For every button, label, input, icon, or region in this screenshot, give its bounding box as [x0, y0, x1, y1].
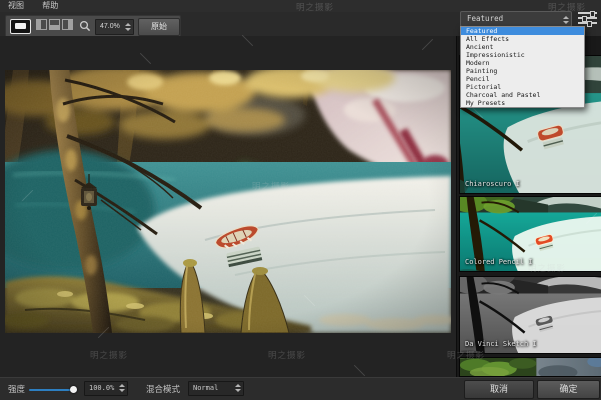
- ok-button[interactable]: 确定: [537, 380, 600, 399]
- dropdown-option-featured[interactable]: Featured: [461, 27, 584, 35]
- single-view-icon[interactable]: [10, 19, 31, 34]
- zoom-level-field[interactable]: 47.0%: [95, 19, 134, 35]
- strength-value: 100.0%: [85, 384, 114, 392]
- dropdown-option-charcoal-and-pastel[interactable]: Charcoal and Pastel: [461, 91, 584, 99]
- strength-stepper[interactable]: [119, 383, 125, 393]
- blend-mode-select[interactable]: Normal: [188, 381, 244, 396]
- split-right-icon[interactable]: [62, 19, 73, 30]
- category-selected-value: Featured: [461, 14, 503, 23]
- preset-partial[interactable]: [459, 357, 601, 377]
- magnifier-icon[interactable]: [79, 20, 91, 32]
- preset-label: Chiaroscuro I: [465, 180, 520, 188]
- category-dropdown-list: Featured All Effects Ancient Impressioni…: [460, 26, 585, 108]
- dropdown-option-pictorial[interactable]: Pictorial: [461, 83, 584, 91]
- strength-value-field[interactable]: 100.0%: [84, 381, 128, 396]
- slider-knob[interactable]: [70, 386, 77, 393]
- topaz-impression-window: 视图 帮助 47.0% 原始 Featured: [0, 0, 601, 400]
- zoom-stepper[interactable]: [125, 22, 131, 32]
- preset-da-vinci-sketch[interactable]: Da Vinci Sketch I: [459, 276, 601, 354]
- blend-mode-arrows: [235, 383, 241, 393]
- sliders-preferences-icon[interactable]: [578, 11, 598, 26]
- dropdown-option-pencil[interactable]: Pencil: [461, 75, 584, 83]
- preset-label: Da Vinci Sketch I: [465, 340, 537, 348]
- menu-help[interactable]: 帮助: [34, 0, 66, 12]
- preview-image: [5, 70, 451, 333]
- split-left-icon[interactable]: [36, 19, 47, 30]
- blend-mode-value: Normal: [189, 384, 218, 392]
- category-select[interactable]: Featured: [460, 11, 572, 27]
- canvas-area: [0, 36, 456, 377]
- dropdown-option-my-presets[interactable]: My Presets: [461, 99, 584, 107]
- preset-colored-pencil[interactable]: Colored Pencil I: [459, 196, 601, 272]
- view-toolbar: 47.0% 原始: [5, 15, 181, 38]
- split-bottom-icon[interactable]: [49, 19, 60, 30]
- dropdown-option-impressionistic[interactable]: Impressionistic: [461, 51, 584, 59]
- preset-label: Colored Pencil I: [465, 258, 532, 266]
- dropdown-option-all-effects[interactable]: All Effects: [461, 35, 584, 43]
- menu-view[interactable]: 视图: [0, 0, 32, 12]
- dropdown-option-ancient[interactable]: Ancient: [461, 43, 584, 51]
- strength-slider[interactable]: [29, 387, 79, 394]
- original-button[interactable]: 原始: [138, 18, 180, 36]
- zoom-level-value: 47.0%: [96, 20, 120, 34]
- category-select-arrows: [563, 15, 569, 25]
- blend-mode-label: 混合模式: [146, 378, 180, 400]
- strength-label: 强度: [8, 378, 25, 400]
- dropdown-option-modern[interactable]: Modern: [461, 59, 584, 67]
- dropdown-option-painting[interactable]: Painting: [461, 67, 584, 75]
- cancel-button[interactable]: 取消: [464, 380, 534, 399]
